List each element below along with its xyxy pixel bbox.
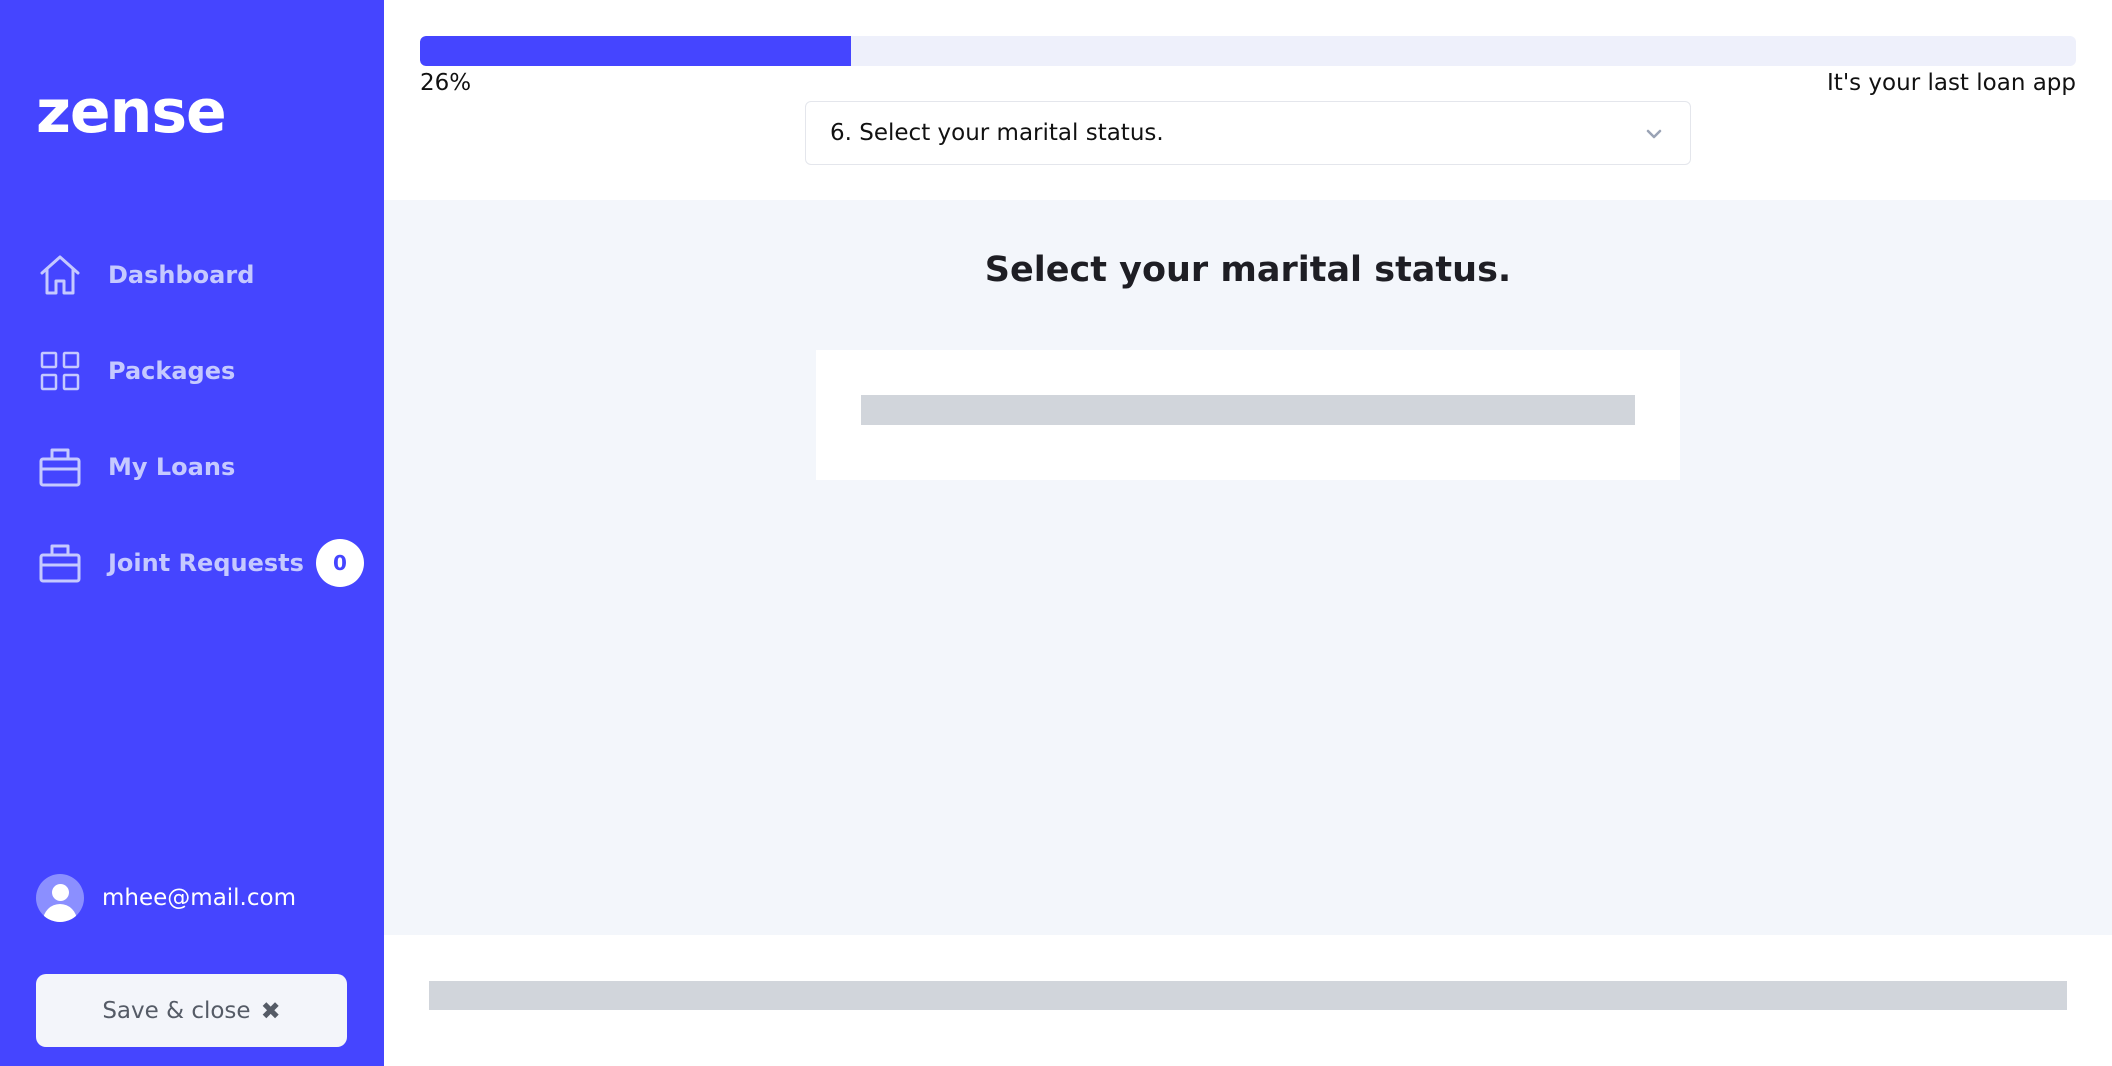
grid-icon: [36, 347, 84, 395]
sidebar-item-label: Packages: [108, 357, 236, 385]
close-icon: ✖: [260, 996, 281, 1025]
user-profile[interactable]: mhee@mail.com: [36, 874, 296, 922]
sidebar-item-packages[interactable]: Packages: [36, 341, 235, 401]
step-selector-dropdown[interactable]: 6. Select your marital status.: [805, 101, 1691, 165]
progress-tagline: It's your last loan app: [1827, 70, 2076, 96]
save-close-button[interactable]: Save & close ✖: [36, 974, 347, 1047]
progress-bar: [420, 36, 2076, 66]
sidebar: zense Dashboard Packages My Loans Joint …: [0, 0, 384, 1066]
question-area: Select your marital status.: [384, 200, 2112, 935]
option-loading-placeholder: [861, 395, 1635, 425]
home-icon: [36, 251, 84, 299]
joint-requests-count-badge: 0: [315, 539, 364, 587]
progress-percent: 26%: [420, 70, 472, 96]
sidebar-item-dashboard[interactable]: Dashboard: [36, 245, 254, 305]
save-close-label: Save & close: [102, 997, 251, 1024]
progress-bar-fill: [420, 36, 851, 66]
chevron-down-icon: [1642, 122, 1666, 146]
user-email: mhee@mail.com: [102, 885, 296, 911]
step-selector-value: 6. Select your marital status.: [830, 120, 1164, 146]
sidebar-item-joint-requests[interactable]: Joint Requests 0: [36, 533, 364, 593]
briefcase-icon: [36, 539, 84, 587]
sidebar-item-my-loans[interactable]: My Loans: [36, 437, 235, 497]
briefcase-icon: [36, 443, 84, 491]
zense-logo[interactable]: zense: [36, 82, 227, 142]
footer-loading-placeholder: [429, 981, 2067, 1010]
sidebar-item-label: Dashboard: [108, 261, 255, 289]
avatar: [36, 874, 84, 922]
options-card: [816, 350, 1680, 480]
sidebar-item-label: My Loans: [108, 453, 236, 481]
question-title: Select your marital status.: [984, 250, 1512, 290]
sidebar-item-label: Joint Requests: [108, 549, 304, 577]
